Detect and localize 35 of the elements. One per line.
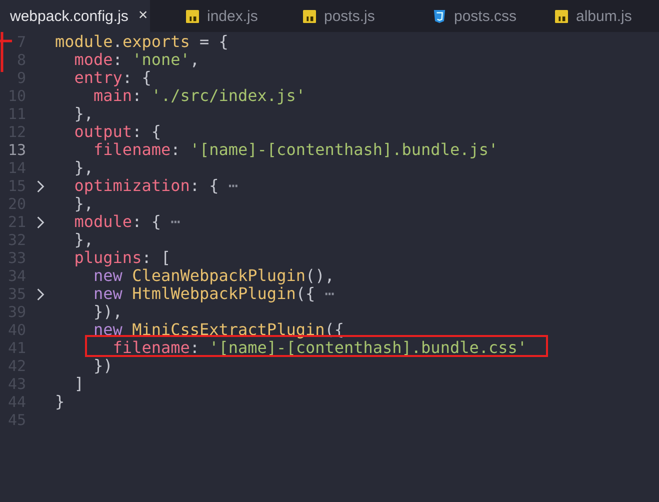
code-line: plugins: [: [73, 249, 171, 267]
code-line: }),: [92, 303, 122, 321]
editor-tab[interactable]: posts.css: [425, 0, 555, 32]
code-line: },: [73, 195, 94, 213]
close-icon[interactable]: ×: [138, 7, 148, 25]
editor-tab[interactable]: posts.js: [295, 0, 425, 32]
code-line: }): [92, 357, 113, 375]
chevron-right-icon[interactable]: [36, 178, 45, 194]
code-line: filename: '[name]-[contenthash].bundle.css': [112, 339, 528, 357]
chevron-right-icon[interactable]: [36, 214, 45, 230]
code-line: filename: '[name]-[contenthash].bundle.js': [94, 141, 498, 159]
code-line: ]: [73, 375, 84, 393]
code-line: },: [73, 231, 94, 249]
code-line: },: [73, 159, 94, 177]
code-line: },: [73, 105, 94, 123]
annotation-arrow-drawing: [0, 32, 12, 72]
editor-tab[interactable]: album.js: [555, 0, 659, 32]
javascript-file-icon: [303, 10, 316, 22]
line-number: 13: [6, 141, 26, 159]
code-line: }: [55, 393, 65, 411]
code-line: module: { ⋯: [73, 213, 180, 231]
code-line: module.exports = {: [55, 33, 228, 51]
code-line: mode: 'none',: [73, 51, 200, 69]
javascript-file-icon: [555, 10, 568, 22]
code-line: new HtmlWebpackPlugin({ ⋯: [92, 285, 334, 303]
editor-tab[interactable]: index.js: [150, 0, 295, 32]
chevron-right-icon[interactable]: [36, 286, 45, 302]
code-line: new CleanWebpackPlugin(),: [94, 267, 334, 285]
editor-tab[interactable]: webpack.config.js ×: [0, 0, 150, 32]
code-line: main: './src/index.js': [94, 87, 306, 105]
css-file-icon: [433, 10, 446, 22]
javascript-file-icon: [186, 10, 199, 22]
code-line: output: {: [73, 123, 161, 141]
code-line: entry: {: [73, 69, 152, 87]
code-line: optimization: { ⋯: [73, 177, 238, 195]
